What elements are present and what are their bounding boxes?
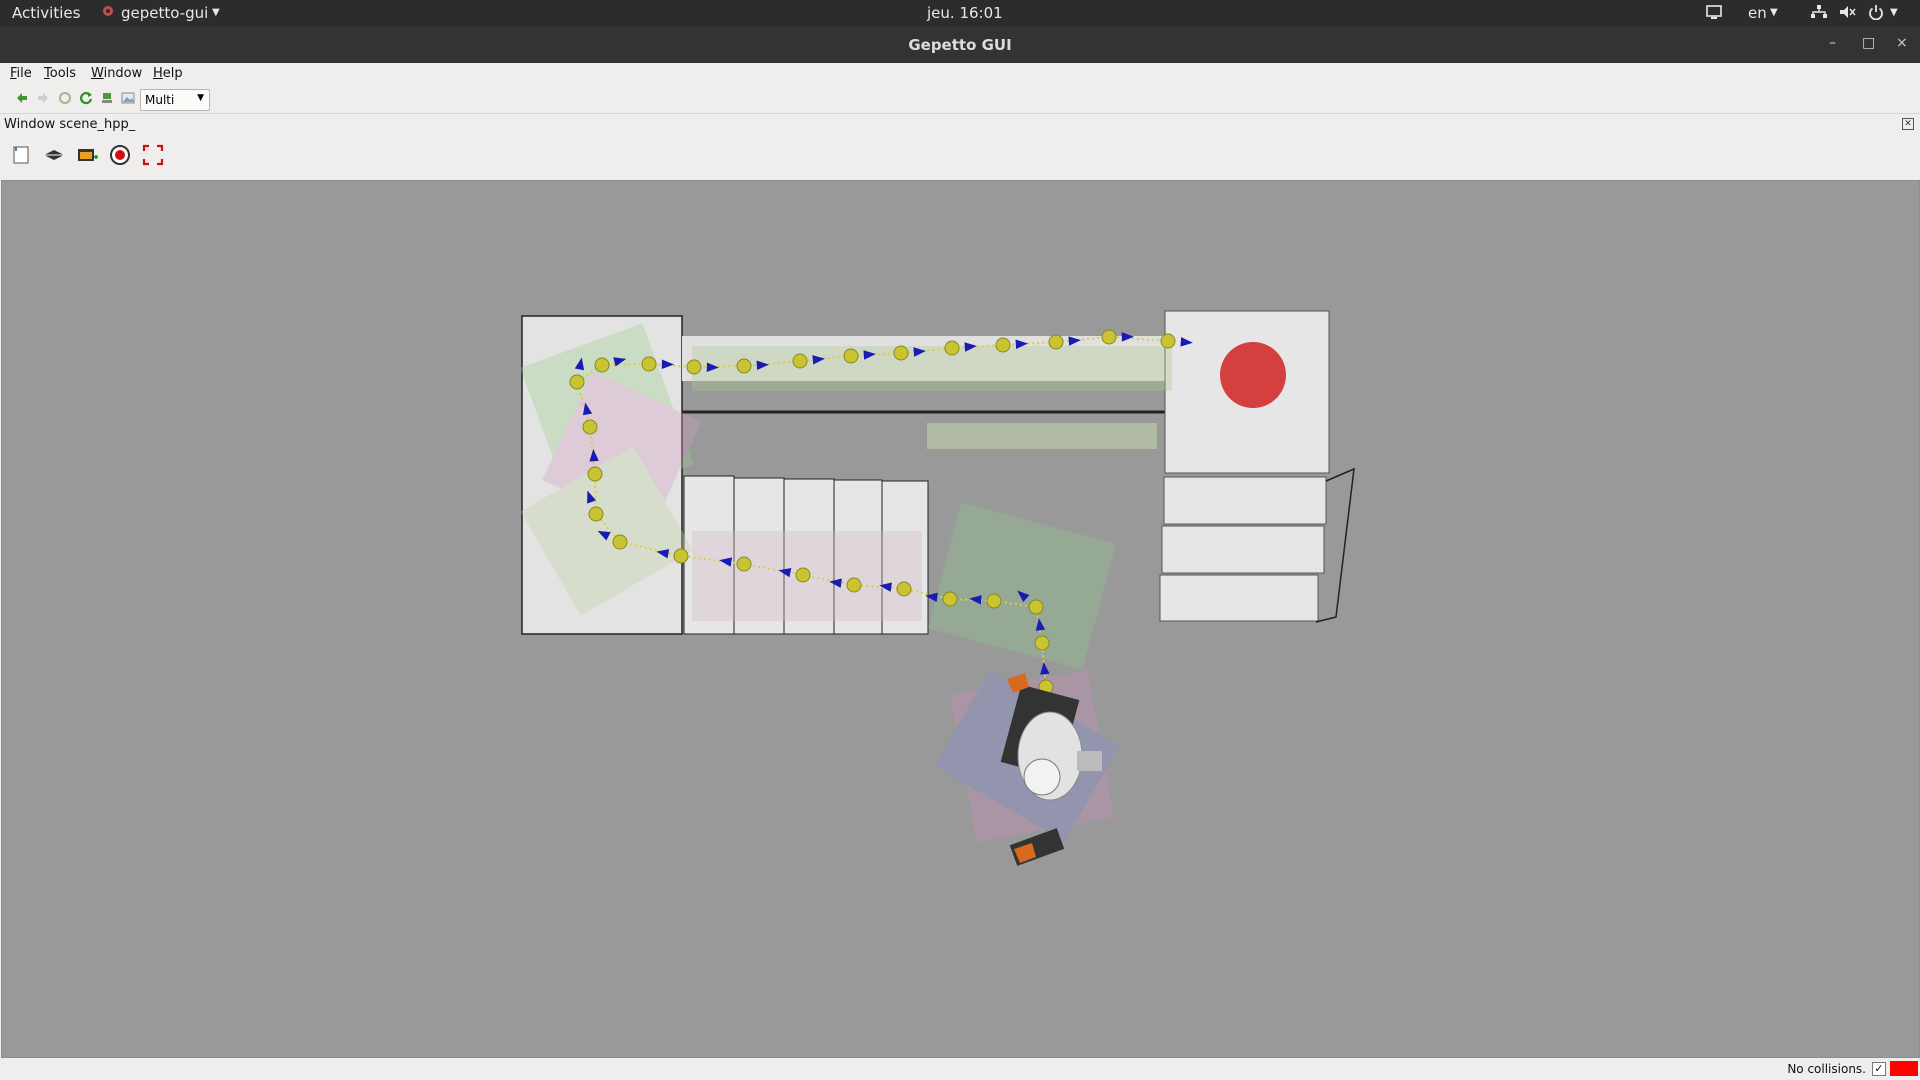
path-node <box>896 581 912 597</box>
maximize-button[interactable]: □ <box>1862 35 1875 51</box>
forward-icon[interactable] <box>36 91 50 105</box>
menu-window-accel: W <box>91 66 104 81</box>
path-node <box>588 506 604 522</box>
path-node <box>612 534 628 550</box>
corridor-shadow <box>927 423 1157 449</box>
path-node <box>673 548 689 564</box>
menu-help[interactable]: Help <box>153 66 183 81</box>
chevron-down-icon: ▼ <box>197 93 204 103</box>
path-node <box>792 353 808 369</box>
path-node <box>1028 599 1044 615</box>
path-node <box>569 374 585 390</box>
collision-status: No collisions. <box>1787 1062 1866 1076</box>
reload-icon[interactable] <box>79 91 93 105</box>
fullscreen-icon[interactable] <box>141 143 165 167</box>
system-top-bar: Activities gepetto-gui ▼ jeu. 16:01 en ▼… <box>0 0 1920 27</box>
network-icon[interactable] <box>1810 4 1828 24</box>
status-bar: No collisions. ✓ <box>0 1058 1920 1080</box>
path-node <box>986 593 1002 609</box>
goal-sphere <box>1220 342 1286 408</box>
app-menu-button[interactable]: gepetto-gui <box>121 4 208 22</box>
minimize-button[interactable]: – <box>1829 35 1836 51</box>
language-selector[interactable]: en <box>1748 4 1767 22</box>
path-node <box>587 466 603 482</box>
window-title-bar: Gepetto GUI – □ × <box>0 27 1920 63</box>
language-chevron-down-icon[interactable]: ▼ <box>1770 7 1778 18</box>
path-node <box>1101 329 1117 345</box>
path-node <box>846 577 862 593</box>
activities-button[interactable]: Activities <box>12 4 80 22</box>
menu-tools[interactable]: Tools <box>44 66 76 81</box>
plane-icon[interactable] <box>42 143 66 167</box>
menu-window-label: indow <box>103 66 143 81</box>
menu-help-accel: H <box>153 66 163 81</box>
window-title: Gepetto GUI <box>908 36 1012 54</box>
dock-title: Window scene_hpp_ <box>4 117 136 132</box>
path-node <box>736 358 752 374</box>
dock-close-icon[interactable]: ✕ <box>1902 118 1914 130</box>
close-button[interactable]: × <box>1896 35 1908 51</box>
path-node <box>582 419 598 435</box>
menu-file-label: ile <box>16 66 32 81</box>
mode-select[interactable]: Multi ▼ <box>140 89 210 111</box>
right-step-1 <box>1163 476 1327 525</box>
menu-bar: File Tools Window Help <box>0 63 1920 85</box>
collision-checkbox[interactable]: ✓ <box>1872 1062 1886 1076</box>
path-node <box>995 337 1011 353</box>
main-toolbar: Multi ▼ <box>0 86 1920 114</box>
path-node <box>795 567 811 583</box>
system-menu-chevron-down-icon[interactable]: ▼ <box>1890 7 1898 18</box>
viewer-toolbar <box>0 136 1920 176</box>
dock-header: Window scene_hpp_ ✕ <box>0 114 1920 134</box>
power-icon[interactable] <box>1868 4 1884 24</box>
path-node <box>944 340 960 356</box>
app-menu-chevron-down-icon[interactable]: ▼ <box>212 7 220 18</box>
path-node <box>843 348 859 364</box>
menu-window[interactable]: Window <box>91 66 142 81</box>
path-node <box>942 591 958 607</box>
refresh-icon[interactable] <box>58 91 72 105</box>
mode-select-value: Multi <box>145 93 175 107</box>
download-icon[interactable] <box>100 91 114 105</box>
path-node <box>1160 333 1176 349</box>
menu-help-label: elp <box>162 66 183 81</box>
image-icon[interactable] <box>121 91 135 105</box>
collision-indicator <box>1890 1061 1918 1076</box>
path-node <box>736 556 752 572</box>
path-node <box>686 359 702 375</box>
app-menu-icon <box>101 4 115 22</box>
path-node <box>641 356 657 372</box>
display-icon[interactable] <box>1705 4 1723 24</box>
volume-muted-icon[interactable] <box>1838 4 1856 24</box>
path-node <box>594 357 610 373</box>
menu-file[interactable]: File <box>10 66 32 81</box>
3d-viewer[interactable] <box>1 180 1920 1058</box>
scene-canvas[interactable] <box>2 181 1919 1057</box>
new-window-icon[interactable] <box>9 143 33 167</box>
path-node <box>1048 334 1064 350</box>
path-node <box>893 345 909 361</box>
path-node <box>1034 635 1050 651</box>
clock[interactable]: jeu. 16:01 <box>927 4 1003 22</box>
menu-tools-label: ools <box>49 66 77 81</box>
screenshot-icon[interactable] <box>75 143 99 167</box>
right-step-3 <box>1159 574 1319 622</box>
right-step-2 <box>1161 525 1325 574</box>
path-arrow <box>1040 662 1050 675</box>
record-icon[interactable] <box>108 143 132 167</box>
back-icon[interactable] <box>15 91 29 105</box>
